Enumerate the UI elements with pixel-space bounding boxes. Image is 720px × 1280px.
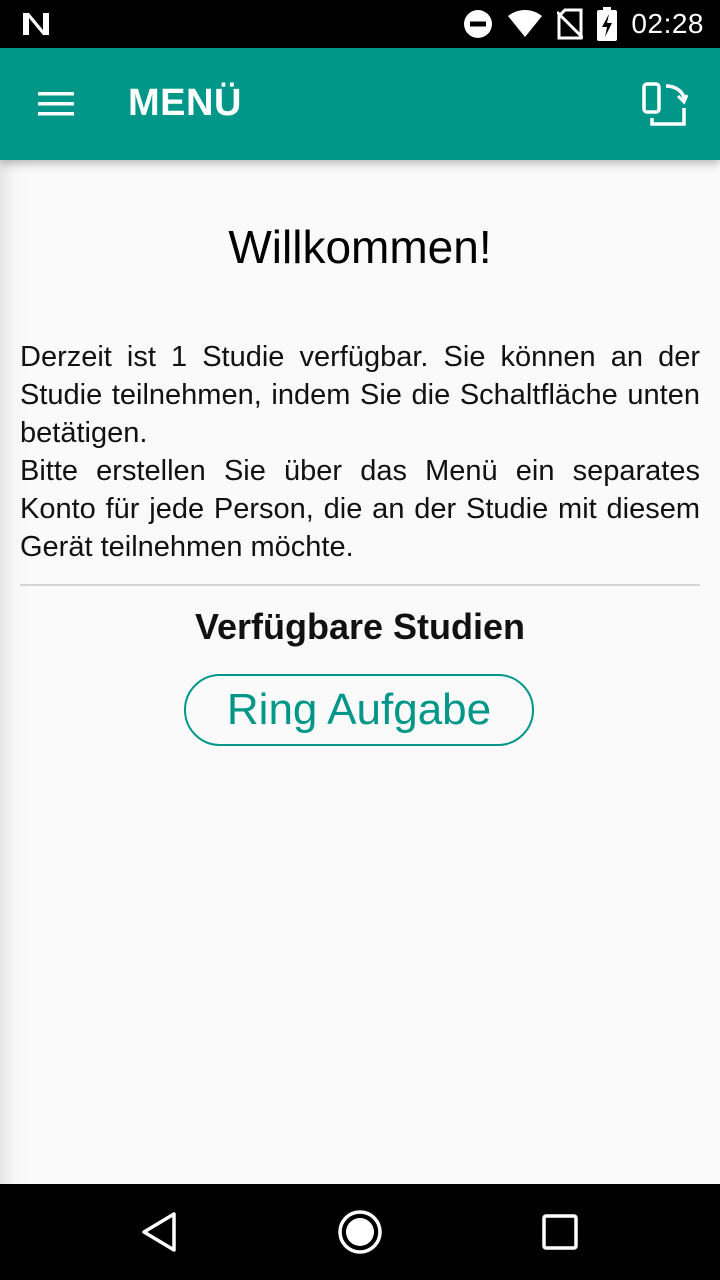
device-sync-icon[interactable] (642, 82, 688, 128)
page-title: MENÜ (128, 82, 242, 124)
notification-n-icon (23, 13, 49, 35)
divider (20, 584, 700, 586)
app-bar: MENÜ (0, 48, 720, 160)
status-time: 02:28 (631, 8, 704, 39)
recents-icon[interactable] (536, 1208, 584, 1256)
intro-paragraph: Derzeit ist 1 Studie verfügbar. Sie könn… (20, 341, 700, 449)
main-content: Willkommen! Derzeit ist 1 Studie verfügb… (0, 160, 720, 1184)
navigation-bar (0, 1184, 720, 1280)
do-not-disturb-icon (464, 10, 493, 38)
hamburger-menu-icon[interactable] (38, 92, 74, 116)
study-button-ring-aufgabe[interactable]: Ring Aufgabe (184, 674, 534, 746)
welcome-heading: Willkommen! (228, 221, 492, 273)
back-icon[interactable] (136, 1208, 184, 1256)
section-title: Verfügbare Studien (194, 606, 526, 647)
status-icons: 02:28 (463, 0, 704, 48)
home-icon[interactable] (336, 1208, 384, 1256)
no-sim-icon (557, 8, 584, 40)
battery-charging-icon (597, 7, 618, 41)
intro-text: Derzeit ist 1 Studie verfügbar. Sie könn… (20, 338, 700, 566)
intro-paragraph: Bitte erstellen Sie über das Menü ein se… (20, 455, 700, 563)
wifi-icon (508, 10, 543, 37)
status-bar: 02:28 (0, 0, 720, 48)
